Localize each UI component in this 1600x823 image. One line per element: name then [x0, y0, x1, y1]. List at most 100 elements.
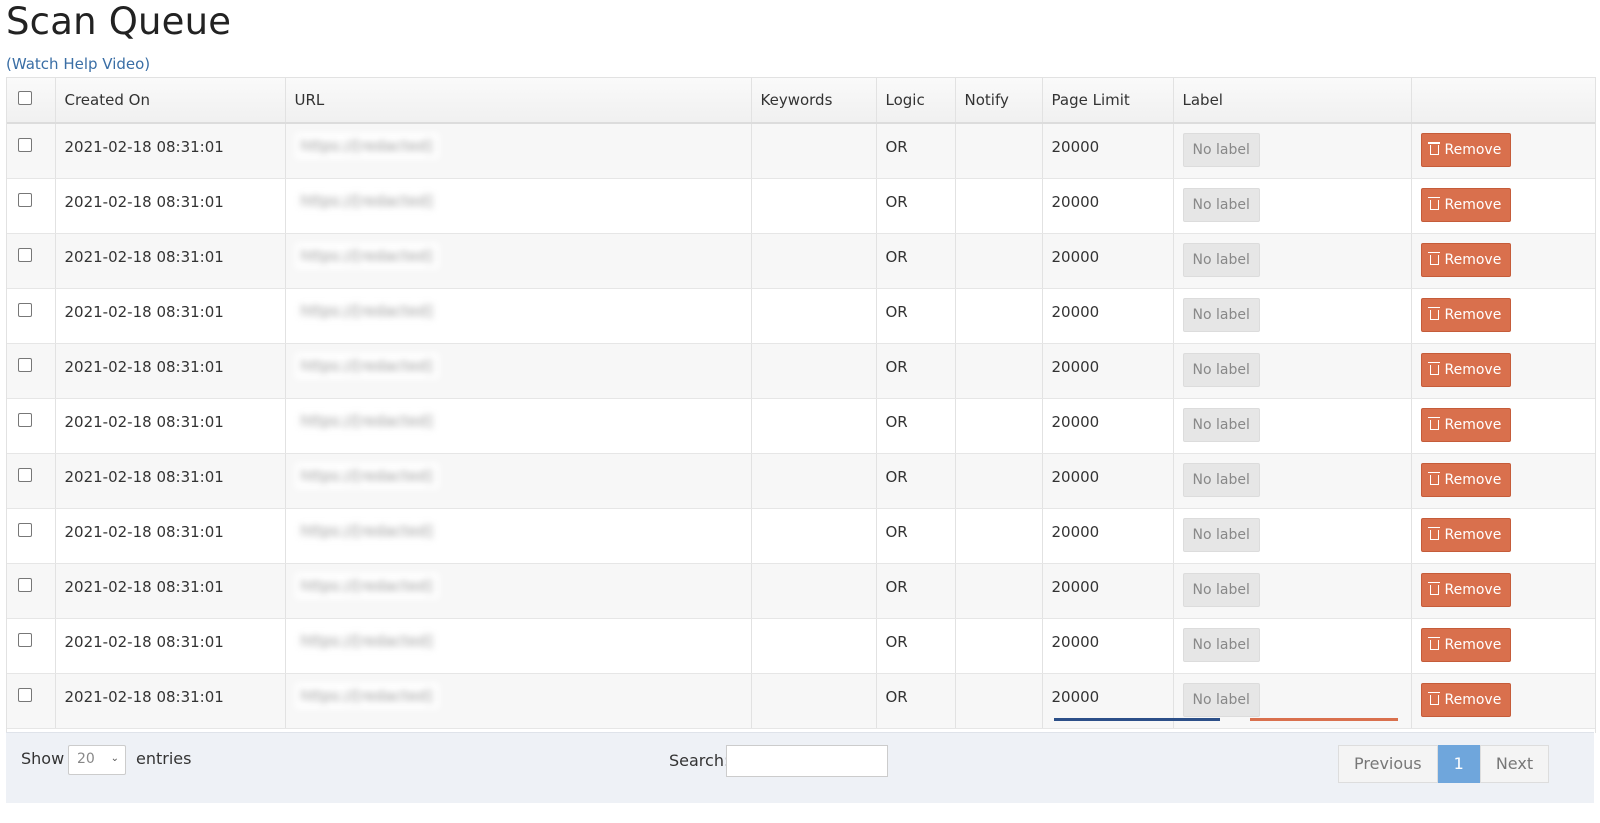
row-checkbox[interactable]: [18, 247, 32, 262]
column-header-notify[interactable]: Notify: [955, 78, 1043, 124]
search-label: Search:: [669, 751, 730, 770]
table-row: 2021-02-18 08:31:01 https://[redacted] OR 2…: [7, 343, 1595, 399]
scan-queue-table: Created On URL Keywords Logic Notify Pag…: [6, 77, 1596, 733]
remove-label: Remove: [1444, 361, 1502, 378]
table-row: 2021-02-18 08:31:01 https://[redacted] OR 2…: [7, 233, 1595, 289]
row-select-cell: [7, 508, 56, 564]
remove-button[interactable]: Remove: [1420, 187, 1512, 222]
url-cell: https://[redacted]: [285, 618, 752, 674]
url-value: https://[redacted]: [294, 462, 439, 489]
column-header-url[interactable]: URL: [285, 78, 752, 124]
remove-button[interactable]: Remove: [1420, 352, 1512, 387]
page-1-button[interactable]: 1: [1437, 745, 1480, 783]
table-header-row: Created On URL Keywords Logic Notify Pag…: [7, 78, 1595, 124]
label-badge[interactable]: No label: [1182, 627, 1260, 662]
notify-cell: [955, 233, 1043, 289]
label-badge[interactable]: No label: [1182, 407, 1260, 442]
action-cell: Remove: [1411, 343, 1595, 399]
remove-button[interactable]: Remove: [1420, 297, 1512, 332]
action-cell: Remove: [1411, 453, 1595, 509]
action-cell: Remove: [1411, 398, 1595, 454]
select-all-checkbox[interactable]: [18, 91, 32, 105]
keywords-cell: [751, 233, 877, 289]
table-row: 2021-02-18 08:31:01 https://[redacted] OR 2…: [7, 123, 1595, 179]
logic-cell: OR: [876, 288, 956, 344]
column-header-actions: [1411, 78, 1595, 124]
action-cell: Remove: [1411, 673, 1595, 729]
remove-button[interactable]: Remove: [1420, 517, 1512, 552]
table-footer: Show 20 ⌄ entries Search: Previous 1 Nex…: [6, 732, 1594, 803]
label-badge[interactable]: No label: [1182, 297, 1260, 332]
label-cell: No label: [1173, 178, 1412, 234]
column-header-keywords[interactable]: Keywords: [751, 78, 877, 124]
row-checkbox[interactable]: [18, 467, 32, 482]
entries-per-page-select[interactable]: 20 ⌄: [68, 745, 126, 775]
column-header-label[interactable]: Label: [1173, 78, 1412, 124]
trash-icon: [1427, 691, 1440, 705]
row-checkbox[interactable]: [18, 577, 32, 592]
label-badge[interactable]: No label: [1182, 242, 1260, 277]
keywords-cell: [751, 288, 877, 344]
remove-button[interactable]: Remove: [1420, 133, 1512, 167]
watch-help-video-link[interactable]: (Watch Help Video): [6, 55, 150, 73]
label-badge[interactable]: No label: [1182, 462, 1260, 497]
created-on-cell: 2021-02-18 08:31:01: [55, 288, 286, 344]
url-value: https://[redacted]: [294, 242, 439, 269]
page-limit-cell: 20000: [1042, 123, 1174, 179]
remove-button[interactable]: Remove: [1420, 462, 1512, 497]
row-checkbox[interactable]: [18, 632, 32, 647]
keywords-cell: [751, 178, 877, 234]
logic-cell: OR: [876, 178, 956, 234]
label-badge[interactable]: No label: [1182, 352, 1260, 387]
remove-label: Remove: [1444, 142, 1502, 158]
remove-button[interactable]: Remove: [1420, 627, 1512, 662]
logic-cell: OR: [876, 123, 956, 179]
row-checkbox[interactable]: [18, 687, 32, 702]
created-on-cell: 2021-02-18 08:31:01: [55, 178, 286, 234]
trash-icon: [1427, 306, 1440, 320]
label-badge[interactable]: No label: [1182, 517, 1260, 552]
created-on-cell: 2021-02-18 08:31:01: [55, 508, 286, 564]
previous-page-button[interactable]: Previous: [1338, 745, 1438, 783]
url-value: https://[redacted]: [294, 297, 439, 324]
trash-icon: [1427, 196, 1440, 210]
remove-button[interactable]: Remove: [1420, 242, 1512, 277]
row-checkbox[interactable]: [18, 522, 32, 537]
url-value: https://[redacted]: [294, 517, 439, 544]
row-checkbox[interactable]: [18, 357, 32, 372]
row-checkbox[interactable]: [18, 412, 32, 427]
column-header-page-limit[interactable]: Page Limit: [1042, 78, 1174, 124]
remove-button[interactable]: Remove: [1420, 572, 1512, 607]
keywords-cell: [751, 398, 877, 454]
row-checkbox[interactable]: [18, 138, 32, 152]
created-on-cell: 2021-02-18 08:31:01: [55, 563, 286, 619]
url-value: https://[redacted]: [294, 187, 439, 214]
created-on-cell: 2021-02-18 08:31:01: [55, 343, 286, 399]
label-cell: No label: [1173, 123, 1412, 179]
row-checkbox[interactable]: [18, 302, 32, 317]
label-badge[interactable]: No label: [1182, 682, 1260, 717]
action-cell: Remove: [1411, 288, 1595, 344]
remove-label: Remove: [1444, 471, 1502, 488]
url-value: https://[redacted]: [294, 352, 439, 379]
next-page-button[interactable]: Next: [1479, 745, 1550, 783]
label-cell: No label: [1173, 343, 1412, 399]
label-badge[interactable]: No label: [1182, 572, 1260, 607]
column-header-created-on[interactable]: Created On: [55, 78, 286, 124]
row-checkbox[interactable]: [18, 192, 32, 207]
remove-button[interactable]: Remove: [1420, 407, 1512, 442]
url-cell: https://[redacted]: [285, 123, 752, 179]
action-cell: Remove: [1411, 508, 1595, 564]
notify-cell: [955, 563, 1043, 619]
column-header-logic[interactable]: Logic: [876, 78, 956, 124]
trash-icon: [1427, 142, 1440, 155]
created-on-cell: 2021-02-18 08:31:01: [55, 123, 286, 179]
table-row: 2021-02-18 08:31:01 https://[redacted] OR 2…: [7, 398, 1595, 454]
action-cell: Remove: [1411, 178, 1595, 234]
trash-icon: [1427, 581, 1440, 595]
label-badge[interactable]: No label: [1182, 187, 1260, 222]
search-input[interactable]: [726, 745, 888, 777]
remove-button[interactable]: Remove: [1420, 682, 1512, 717]
label-badge[interactable]: No label: [1182, 133, 1260, 167]
page-title: Scan Queue: [6, 0, 232, 43]
